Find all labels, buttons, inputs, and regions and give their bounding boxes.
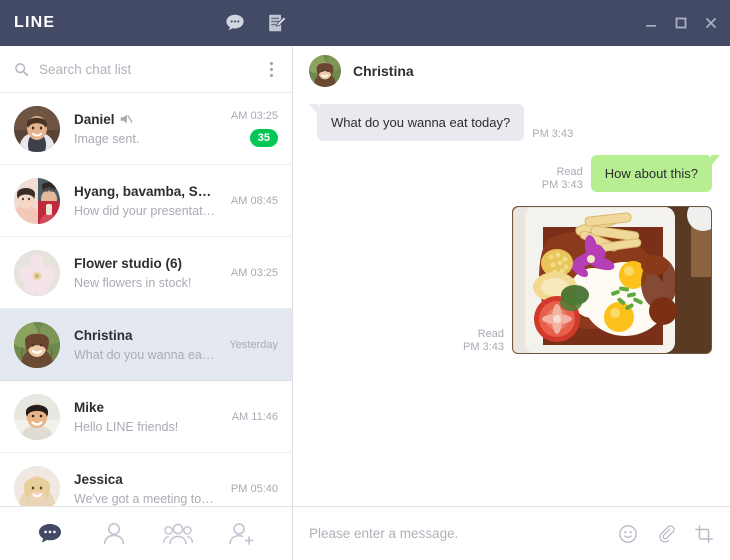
chat-list-item-jessica[interactable]: Jessica We've got a meeting today at 3 p…: [0, 453, 292, 506]
avatar: [14, 393, 60, 440]
message-list: What do you wanna eat today? PM 3:43 Rea…: [293, 96, 730, 506]
chat-item-name: Mike: [74, 399, 105, 415]
message-time: PM 3:43: [463, 341, 504, 353]
chat-item-preview: What do you wanna eat today?: [74, 347, 216, 362]
unread-badge: 35: [249, 129, 278, 147]
kebab-menu-icon[interactable]: [262, 60, 280, 78]
message-composer: [293, 506, 730, 560]
chat-item-meta: AM 08:45: [222, 178, 278, 224]
chat-item-meta: Yesterday: [222, 322, 278, 368]
search-icon: [14, 62, 29, 77]
message-row-outgoing: Read PM 3:43 How about this?: [311, 155, 721, 192]
avatar: [14, 249, 60, 296]
chat-item-preview: New flowers in stock!: [74, 275, 192, 290]
chat-item-time: AM 03:25: [230, 266, 278, 279]
chat-item-text: Christina What do you wanna eat today?: [74, 328, 222, 362]
chat-item-name: Flower studio (6): [74, 255, 182, 271]
chat-item-time: AM 03:25: [230, 110, 278, 122]
chat-item-meta: PM 05:40: [222, 466, 278, 507]
groups-people-icon[interactable]: [163, 519, 193, 549]
chat-item-name: Jessica: [74, 471, 123, 487]
chat-item-meta: AM 03:25 35: [222, 106, 278, 152]
chat-item-preview: Image sent.: [74, 131, 140, 146]
message-meta: Read PM 3:43: [463, 328, 504, 354]
chat-item-preview: How did your presentation go?: [74, 203, 216, 218]
chat-list-item-christina[interactable]: Christina What do you wanna eat today? Y…: [0, 309, 292, 381]
close-icon[interactable]: [702, 14, 720, 32]
maximize-icon[interactable]: [672, 14, 690, 32]
mute-icon: [119, 112, 133, 126]
compose-note-icon[interactable]: [266, 12, 288, 34]
screenshot-crop-icon[interactable]: [694, 524, 714, 544]
chat-item-name: Christina: [74, 327, 133, 343]
message-time: PM 3:43: [541, 179, 583, 191]
chat-item-time: AM 08:45: [230, 194, 278, 207]
sticker-emoji-icon[interactable]: [618, 524, 638, 544]
chat-header: Christina: [293, 46, 730, 96]
chat-item-text: Hyang, bavamba, Soy (3) How did your pre…: [74, 184, 222, 218]
main-body: Daniel Image sent. AM 03:25: [0, 46, 730, 560]
chat-item-text: Daniel Image sent.: [74, 112, 222, 146]
attachment-paperclip-icon[interactable]: [656, 524, 676, 544]
chat-item-name: Daniel: [74, 111, 115, 127]
chat-item-name: Hyang, bavamba, Soy (3): [74, 183, 216, 199]
avatar: [14, 465, 60, 506]
message-image-food[interactable]: [512, 206, 712, 354]
chat-item-meta: AM 11:46: [222, 394, 278, 440]
chat-item-time: PM 05:40: [230, 482, 278, 495]
search-bar: [0, 46, 292, 93]
window-controls: [642, 0, 720, 46]
chat-item-text: Flower studio (6) New flowers in stock!: [74, 256, 222, 290]
chat-item-time: Yesterday: [229, 338, 278, 351]
chat-pane: Christina What do you wanna eat today? P…: [293, 46, 730, 560]
friends-person-icon[interactable]: [99, 519, 129, 549]
message-input[interactable]: [309, 526, 618, 541]
chat-item-time: AM 11:46: [231, 410, 278, 423]
chat-item-meta: AM 03:25: [222, 250, 278, 296]
minimize-icon[interactable]: [642, 14, 660, 32]
message-row-outgoing-image: Read PM 3:43: [311, 206, 712, 354]
chat-bubble-icon[interactable]: [224, 12, 246, 34]
title-bar: LINE: [0, 0, 730, 46]
read-receipt: Read: [556, 166, 583, 178]
avatar: [14, 177, 60, 224]
read-receipt: Read: [477, 328, 504, 340]
chat-header-avatar: [309, 55, 341, 87]
message-time: PM 3:43: [532, 128, 574, 140]
message-bubble-outgoing[interactable]: How about this?: [590, 155, 721, 192]
message-bubble-incoming[interactable]: What do you wanna eat today?: [308, 104, 525, 141]
app-logo: LINE: [14, 14, 56, 31]
titlebar-icon-group: [224, 0, 288, 46]
message-meta: PM 3:43: [532, 128, 573, 141]
chat-title: Christina: [353, 63, 414, 79]
chat-item-preview: Hello LINE friends!: [74, 419, 179, 434]
message-meta: Read PM 3:43: [542, 166, 583, 192]
avatar: [14, 321, 60, 368]
chat-item-text: Mike Hello LINE friends!: [74, 400, 222, 434]
chat-list-item-hyang-group[interactable]: Hyang, bavamba, Soy (3) How did your pre…: [0, 165, 292, 237]
search-input[interactable]: [39, 61, 262, 77]
chat-list[interactable]: Daniel Image sent. AM 03:25 35 Hyang, ba…: [0, 93, 292, 506]
chat-list-item-daniel[interactable]: Daniel Image sent. AM 03:25 35: [0, 93, 292, 165]
avatar: [14, 105, 60, 152]
composer-icon-group: [618, 524, 714, 544]
chat-item-text: Jessica We've got a meeting today at 3 p…: [74, 472, 222, 506]
line-app-window: LINE Search chat list Daniel Image sent.…: [0, 0, 730, 560]
chat-list-item-flower-studio[interactable]: Flower studio (6) New flowers in stock! …: [0, 237, 292, 309]
chat-list-item-mike[interactable]: Mike Hello LINE friends! AM 11:46: [0, 381, 292, 453]
message-row-incoming: What do you wanna eat today? PM 3:43: [308, 104, 712, 141]
chat-item-preview: We've got a meeting today at 3 pm: [74, 491, 216, 506]
sidebar-footer-nav: [0, 506, 292, 560]
add-friend-icon[interactable]: [227, 519, 257, 549]
sidebar: Daniel Image sent. AM 03:25: [0, 46, 293, 560]
chats-bubble-icon[interactable]: [35, 519, 65, 549]
